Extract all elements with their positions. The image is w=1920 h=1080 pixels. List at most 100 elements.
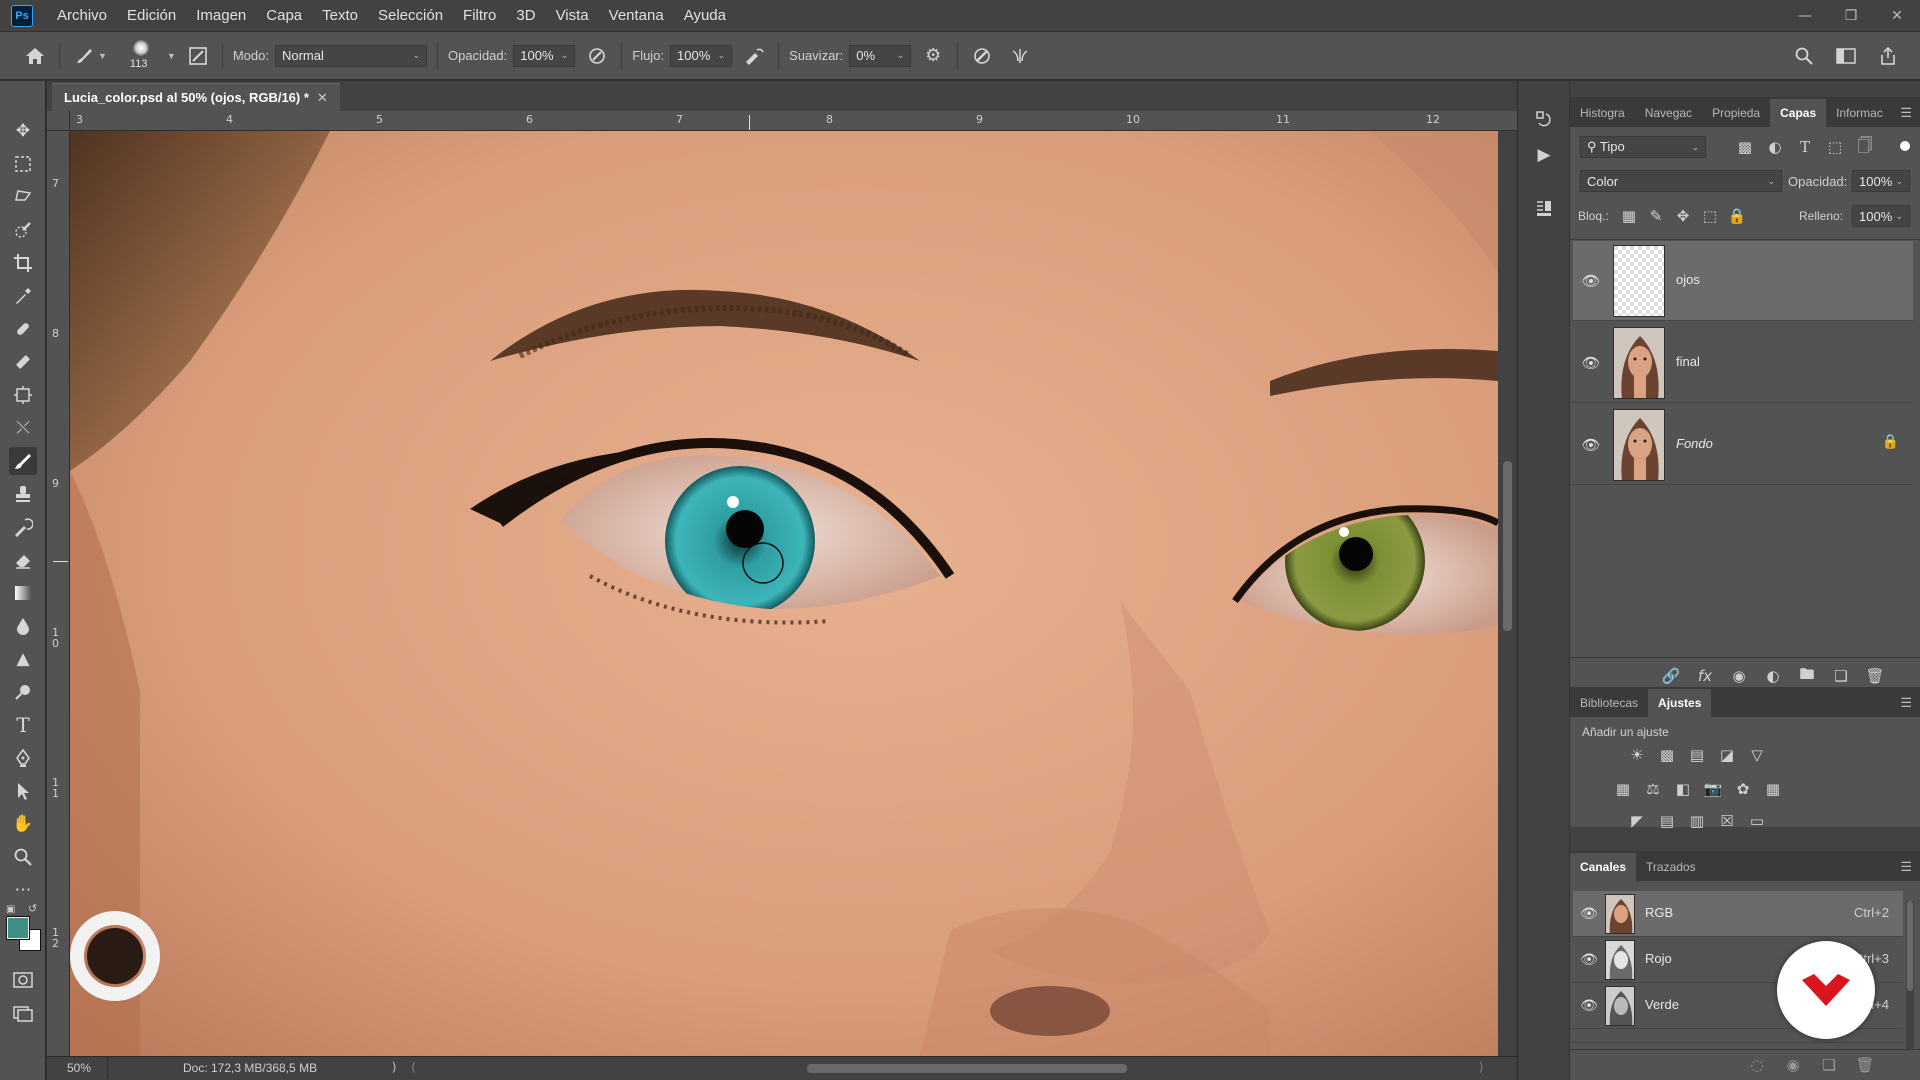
flow-field[interactable]: 100% ⌄ [670,44,733,67]
menu-imagen[interactable]: Imagen [196,7,246,24]
horizontal-ruler[interactable]: 3 4 5 6 7 8 9 10 11 12 [70,111,1517,131]
add-mask-icon[interactable]: ◉ [1728,665,1750,687]
default-colors-icon[interactable]: ▣ [6,904,15,915]
channel-row-partial[interactable] [1573,1029,1903,1043]
black-white-icon[interactable]: ◧ [1672,778,1694,800]
history-panel-icon[interactable] [1531,107,1557,133]
curves-icon[interactable]: ▤ [1686,744,1708,766]
visibility-eye-icon[interactable]: 👁 [1579,904,1599,924]
dodge-tool-icon[interactable] [9,678,37,706]
layer-row-ojos[interactable]: 👁 ojos [1573,241,1913,321]
hue-saturation-icon[interactable]: ▦ [1612,778,1634,800]
tab-histogram[interactable]: Histogra [1570,99,1635,127]
visibility-eye-icon[interactable]: 👁 [1579,950,1599,970]
fx-icon[interactable]: fx [1694,665,1716,687]
menu-edicion[interactable]: Edición [127,7,176,24]
brush-size-picker[interactable]: 113 [121,36,161,76]
foreground-color-swatch[interactable] [6,916,30,940]
close-tab-icon[interactable]: ✕ [317,90,328,106]
filter-type-icon[interactable]: T [1794,136,1816,158]
screen-mode-icon[interactable] [9,999,37,1027]
share-icon[interactable] [1874,42,1902,70]
threshold-icon[interactable]: ▥ [1686,810,1708,832]
gradient-map-icon[interactable]: ▭ [1746,810,1768,832]
eraser-tool-icon[interactable] [9,546,37,574]
path-selection-tool-icon[interactable] [9,777,37,805]
history-brush-tool-icon[interactable] [9,513,37,541]
gradient-tool-icon[interactable] [9,579,37,607]
properties-panel-icon[interactable] [1531,195,1557,221]
invert-icon[interactable]: ◤ [1626,810,1648,832]
tab-libraries[interactable]: Bibliotecas [1570,689,1648,717]
channels-scrollbar[interactable] [1906,901,1914,1051]
channel-row-rgb[interactable]: 👁 RGB Ctrl+2 [1573,891,1903,937]
visibility-eye-icon[interactable]: 👁 [1579,996,1599,1016]
brightness-contrast-icon[interactable]: ☀ [1626,744,1648,766]
lasso-tool-icon[interactable] [9,183,37,211]
tab-channels[interactable]: Canales [1570,853,1637,881]
scroll-right-icon[interactable]: ⟩ [1479,1060,1484,1074]
exposure-icon[interactable]: ◪ [1716,744,1738,766]
zoom-tool-icon[interactable] [9,843,37,871]
filter-toggle[interactable] [1900,141,1910,151]
tab-info[interactable]: Informac [1826,99,1893,127]
type-tool-icon[interactable]: T [9,711,37,739]
menu-vista[interactable]: Vista [556,7,589,24]
color-lookup-icon[interactable]: ▦ [1762,778,1784,800]
posterize-icon[interactable]: ▤ [1656,810,1678,832]
ruler-origin[interactable] [47,111,70,131]
gear-icon[interactable]: ⚙ [919,42,947,70]
lock-transparent-icon[interactable]: ▦ [1618,205,1640,227]
mode-select[interactable]: Normal ⌄ [274,44,427,67]
frame-tool-icon[interactable] [9,381,37,409]
vertical-scrollbar[interactable] [1498,131,1517,1056]
fill-field[interactable]: 100% ⌄ [1852,205,1910,227]
quick-mask-icon[interactable] [9,966,37,994]
hand-tool-icon[interactable]: ✋ [9,810,37,838]
tab-layers[interactable]: Capas [1770,99,1827,127]
pen-tool-icon[interactable] [9,744,37,772]
photo-filter-icon[interactable]: 📷 [1702,778,1724,800]
symmetry-icon[interactable] [1006,42,1034,70]
eyedropper-tool-icon[interactable] [9,282,37,310]
menu-ventana[interactable]: Ventana [609,7,664,24]
visibility-eye-icon[interactable]: 👁 [1581,435,1601,455]
menu-texto[interactable]: Texto [322,7,358,24]
delete-channel-icon[interactable]: 🗑 [1854,1054,1876,1076]
sharpen-tool-icon[interactable]: ▲ [9,645,37,673]
filter-pixel-icon[interactable]: ▩ [1734,136,1756,158]
lock-image-icon[interactable]: ✎ [1645,205,1667,227]
adjustment-layer-icon[interactable]: ◐ [1762,665,1784,687]
minimize-icon[interactable]: — [1782,0,1828,31]
chevron-down-icon[interactable]: ▼ [98,51,107,61]
tab-properties[interactable]: Propieda [1702,99,1770,127]
filter-shape-icon[interactable]: ⬚ [1824,136,1846,158]
tab-navigator[interactable]: Navegac [1635,99,1702,127]
new-channel-icon[interactable]: ❏ [1818,1054,1840,1076]
new-layer-icon[interactable]: ❏ [1830,665,1852,687]
quick-selection-tool-icon[interactable] [9,216,37,244]
document-tab[interactable]: Lucia_color.psd al 50% (ojos, RGB/16) * … [52,83,340,111]
pressure-size-icon[interactable] [968,42,996,70]
airbrush-icon[interactable] [740,42,768,70]
document-canvas[interactable] [70,131,1498,1056]
zoom-level[interactable]: 50% [67,1061,91,1075]
menu-ayuda[interactable]: Ayuda [684,7,726,24]
horizontal-scrollbar[interactable] [807,1064,1127,1073]
pressure-opacity-icon[interactable] [583,42,611,70]
stamp-tool-icon[interactable] [9,480,37,508]
layer-row-final[interactable]: 👁 final [1573,323,1913,403]
status-menu-arrow-icon[interactable]: ⟩ [392,1060,397,1074]
home-icon[interactable] [21,42,49,70]
more-tools-icon[interactable]: ⋯ [9,876,37,904]
visibility-eye-icon[interactable]: 👁 [1581,271,1601,291]
tab-paths[interactable]: Trazados [1636,853,1706,881]
blend-mode-select[interactable]: Color ⌄ [1580,170,1782,192]
blur-tool-icon[interactable] [9,612,37,640]
channel-mixer-icon[interactable]: ✿ [1732,778,1754,800]
panel-menu-icon[interactable]: ☰ [1900,859,1912,875]
link-layers-icon[interactable]: 🔗 [1660,665,1682,687]
marquee-tool-icon[interactable] [9,150,37,178]
new-group-icon[interactable]: 🖿 [1796,665,1818,687]
panel-menu-icon[interactable]: ☰ [1900,105,1912,121]
